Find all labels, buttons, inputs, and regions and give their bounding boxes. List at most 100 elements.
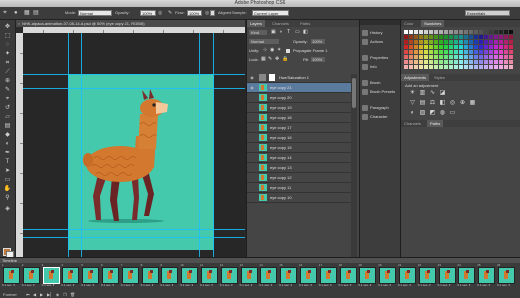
color-swatch[interactable] bbox=[409, 40, 413, 44]
color-swatch[interactable] bbox=[479, 50, 483, 54]
artboard[interactable] bbox=[68, 74, 214, 250]
timeline-frame[interactable]: 17 0.1 sec. ▾ bbox=[319, 264, 337, 288]
eraser-tool-icon[interactable]: ▱ bbox=[3, 114, 12, 121]
color-swatch[interactable] bbox=[419, 40, 423, 44]
timeline-frame[interactable]: 12 0.1 sec. ▾ bbox=[220, 264, 238, 288]
color-swatch[interactable] bbox=[479, 35, 483, 39]
timeline-frame[interactable]: 3 0.1 sec. ▾ bbox=[42, 264, 60, 288]
layer-row[interactable]: eye copy 15 bbox=[247, 143, 351, 153]
brush-panel-icon[interactable]: ▤ bbox=[33, 7, 39, 19]
workspace-select[interactable]: Essentials bbox=[465, 10, 510, 16]
color-swatch[interactable] bbox=[479, 30, 483, 34]
color-swatch[interactable] bbox=[459, 40, 463, 44]
layer-row[interactable]: eye copy 19 bbox=[247, 103, 351, 113]
color-swatch[interactable] bbox=[509, 40, 513, 44]
color-swatch[interactable] bbox=[424, 65, 428, 69]
vibrance-icon[interactable]: ▽ bbox=[409, 100, 416, 107]
color-swatch[interactable] bbox=[499, 55, 503, 59]
color-swatch[interactable] bbox=[479, 60, 483, 64]
color-swatch[interactable] bbox=[469, 45, 473, 49]
color-swatch[interactable] bbox=[429, 40, 433, 44]
color-swatch[interactable] bbox=[464, 50, 468, 54]
mode-select[interactable]: Normal bbox=[78, 10, 112, 16]
unify-style-icon[interactable]: ✶ bbox=[277, 47, 281, 54]
color-swatch[interactable] bbox=[474, 35, 478, 39]
color-swatch[interactable] bbox=[459, 55, 463, 59]
color-swatch[interactable] bbox=[464, 45, 468, 49]
color-swatch[interactable] bbox=[504, 65, 508, 69]
character-panel-button[interactable]: Character bbox=[362, 113, 400, 121]
frame-duration-select[interactable]: 0.1 sec. ▾ bbox=[497, 283, 510, 287]
color-swatch[interactable] bbox=[499, 65, 503, 69]
propagate-checkbox[interactable] bbox=[286, 49, 290, 53]
color-swatch[interactable] bbox=[404, 60, 408, 64]
timeline-frame[interactable]: 19 0.1 sec. ▾ bbox=[358, 264, 377, 288]
color-swatch[interactable] bbox=[444, 50, 448, 54]
color-swatch[interactable] bbox=[489, 45, 493, 49]
quick-select-tool-icon[interactable]: ✦ bbox=[3, 51, 12, 58]
visibility-icon[interactable]: ◉ bbox=[249, 73, 255, 82]
color-swatch[interactable] bbox=[429, 45, 433, 49]
color-swatch[interactable] bbox=[444, 30, 448, 34]
tab-styles[interactable]: Styles bbox=[431, 74, 448, 81]
timeline-frame[interactable]: 8 0.1 sec. ▾ bbox=[141, 264, 159, 288]
color-swatch[interactable] bbox=[439, 45, 443, 49]
color-swatch[interactable] bbox=[424, 50, 428, 54]
hand-tool-icon[interactable]: ✋ bbox=[3, 186, 12, 193]
tab-color[interactable]: Color bbox=[401, 20, 417, 27]
filter-shape-icon[interactable]: ▭ bbox=[295, 29, 300, 36]
frame-duration-select[interactable]: 0.1 sec. ▾ bbox=[22, 283, 35, 287]
layer-row[interactable]: eye copy 20 bbox=[247, 93, 351, 103]
timeline-frame[interactable]: 13 0.1 sec. ▾ bbox=[240, 264, 258, 288]
color-swatch[interactable] bbox=[414, 65, 418, 69]
threshold-icon[interactable]: ◩ bbox=[429, 110, 436, 117]
color-swatch[interactable] bbox=[404, 50, 408, 54]
curves-icon[interactable]: ∿ bbox=[429, 90, 436, 97]
color-swatch[interactable] bbox=[499, 30, 503, 34]
color-swatch[interactable] bbox=[484, 65, 488, 69]
frame-duration-select[interactable]: 0.1 sec. ▾ bbox=[339, 283, 352, 287]
gradient-map-icon[interactable]: ▭ bbox=[449, 110, 456, 117]
color-swatch[interactable] bbox=[489, 55, 493, 59]
color-swatch[interactable] bbox=[439, 60, 443, 64]
color-swatch[interactable] bbox=[504, 30, 508, 34]
color-swatch[interactable] bbox=[494, 30, 498, 34]
color-swatch[interactable] bbox=[454, 30, 458, 34]
layer-row[interactable]: eye copy 13 bbox=[247, 163, 351, 173]
tab-channels[interactable]: Channels bbox=[269, 20, 292, 27]
posterize-icon[interactable]: ▨ bbox=[419, 110, 426, 117]
timeline-frame[interactable]: 15 0.1 sec. ▾ bbox=[279, 264, 298, 288]
color-swatch[interactable] bbox=[454, 45, 458, 49]
color-swatch[interactable] bbox=[419, 45, 423, 49]
tab-adjustments[interactable]: Adjustments bbox=[401, 74, 430, 81]
color-swatch[interactable] bbox=[499, 45, 503, 49]
guide-vertical[interactable] bbox=[81, 33, 82, 257]
timeline-frame[interactable]: 2 0.1 sec. ▾ bbox=[22, 264, 40, 288]
color-swatch[interactable] bbox=[429, 55, 433, 59]
color-swatch[interactable] bbox=[459, 60, 463, 64]
frame-duration-select[interactable]: 0.1 sec. ▾ bbox=[141, 283, 154, 287]
selective-color-icon[interactable]: ◍ bbox=[439, 110, 446, 117]
color-swatch[interactable] bbox=[484, 35, 488, 39]
guide-horizontal[interactable] bbox=[23, 229, 245, 230]
clone-stamp-icon[interactable]: ⌖ bbox=[3, 7, 7, 19]
color-swatch[interactable] bbox=[424, 30, 428, 34]
pressure-size-icon[interactable]: ◎ bbox=[205, 7, 209, 19]
color-swatch[interactable] bbox=[459, 50, 463, 54]
color-swatch[interactable] bbox=[509, 45, 513, 49]
color-swatch[interactable] bbox=[484, 60, 488, 64]
color-swatch[interactable] bbox=[509, 30, 513, 34]
color-swatch[interactable] bbox=[494, 45, 498, 49]
color-swatch[interactable] bbox=[449, 55, 453, 59]
layer-row[interactable]: ◉ eye copy 21 bbox=[247, 83, 351, 93]
color-swatch[interactable] bbox=[409, 45, 413, 49]
timeline-frame[interactable]: 10 0.1 sec. ▾ bbox=[180, 264, 199, 288]
color-swatch[interactable] bbox=[469, 35, 473, 39]
color-swatch[interactable] bbox=[474, 55, 478, 59]
color-swatch[interactable] bbox=[494, 65, 498, 69]
move-tool-icon[interactable]: ✥ bbox=[3, 24, 12, 31]
timeline-frame[interactable]: 7 0.1 sec. ▾ bbox=[121, 264, 139, 288]
timeline-frame[interactable]: 18 0.1 sec. ▾ bbox=[339, 264, 357, 288]
color-swatch[interactable] bbox=[454, 50, 458, 54]
color-swatch[interactable] bbox=[469, 65, 473, 69]
